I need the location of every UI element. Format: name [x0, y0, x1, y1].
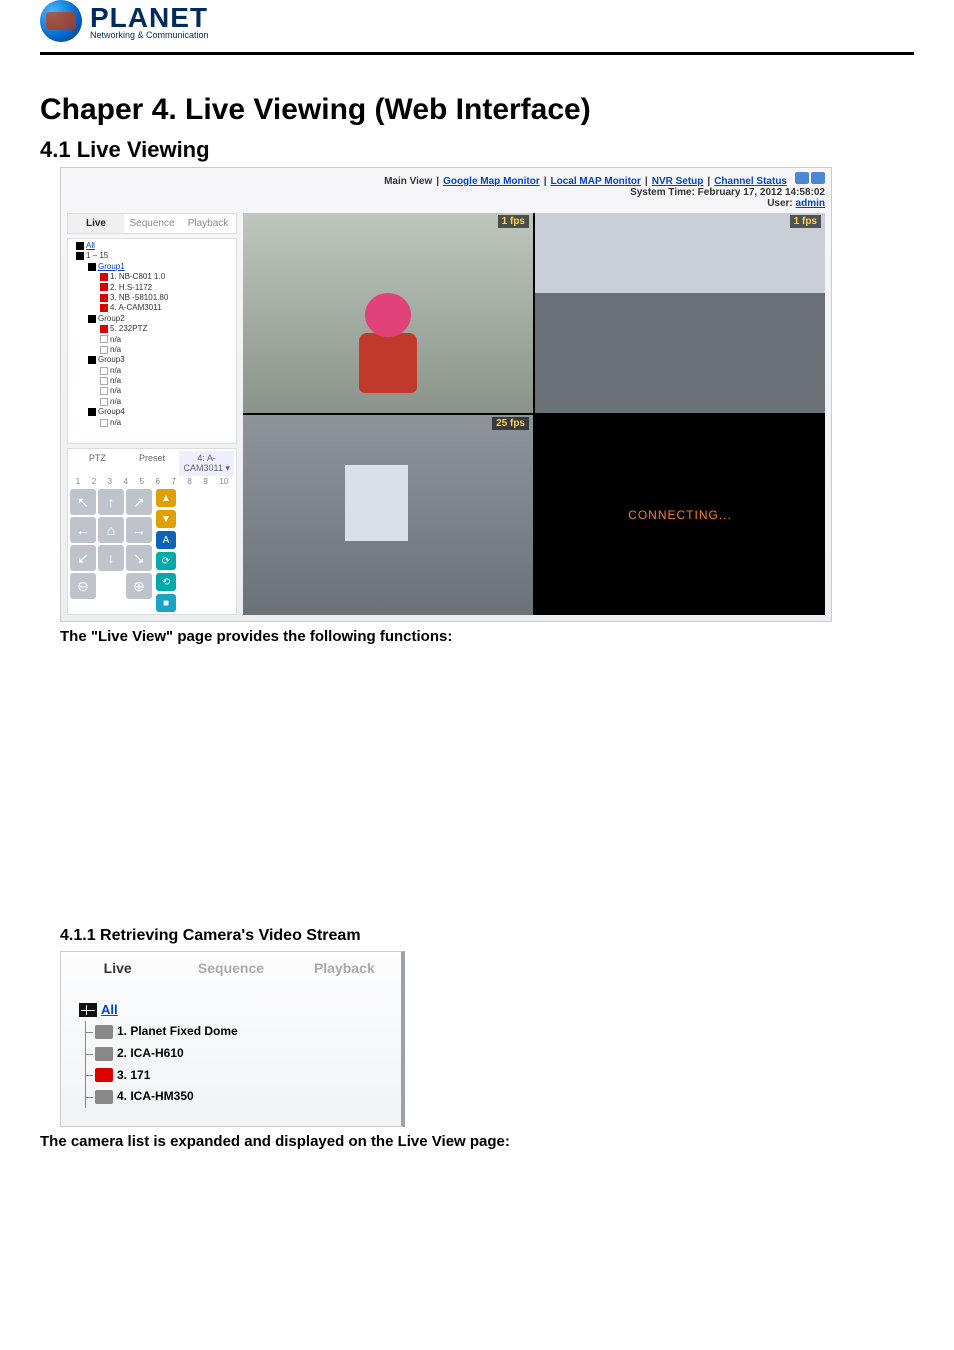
- ptz-down-icon[interactable]: ↓: [98, 545, 124, 571]
- tree-cam3[interactable]: 3. NB -58101.80: [110, 293, 168, 302]
- ptz-left-icon[interactable]: ←: [70, 517, 96, 543]
- tree-range[interactable]: 1 – 15: [86, 251, 108, 260]
- header-divider: [40, 52, 914, 55]
- nav-local-map-monitor[interactable]: Local MAP Monitor: [551, 176, 641, 187]
- video-grid: 1 fps 1 fps 25 fps CONNECTING...: [243, 213, 825, 615]
- tab-live[interactable]: Live: [68, 214, 124, 233]
- tree-root[interactable]: All: [101, 998, 118, 1021]
- section-heading-4-1: 4.1 Live Viewing: [40, 137, 914, 163]
- tree-root[interactable]: All: [86, 241, 95, 250]
- tree-cam1[interactable]: 1. NB-C801 1.0: [110, 272, 165, 281]
- camera-tree[interactable]: All 1 – 15 Group1 1. NB-C801 1.0 2. H.S-…: [67, 238, 237, 444]
- camera-list-tree[interactable]: All 1. Planet Fixed Dome 2. ICA-H610 3. …: [61, 984, 401, 1126]
- video-tile-4[interactable]: CONNECTING...: [535, 415, 825, 615]
- ptz-focus-far-icon[interactable]: ▼: [156, 510, 176, 528]
- tree-group3[interactable]: Group3: [98, 355, 125, 364]
- tab-sequence[interactable]: Sequence: [174, 952, 287, 984]
- ptz-stop-icon[interactable]: ■: [156, 594, 176, 612]
- brand-header: PLANET Networking & Communication: [0, 0, 954, 52]
- ptz-tab-preset[interactable]: Preset: [125, 451, 180, 476]
- video-tile-1[interactable]: 1 fps: [243, 213, 533, 413]
- tree-g3c[interactable]: n/a: [110, 386, 121, 395]
- section-heading-4-1-1: 4.1.1 Retrieving Camera's Video Stream: [60, 927, 914, 945]
- tree-g3d[interactable]: n/a: [110, 397, 121, 406]
- ptz-preset-numbers[interactable]: 12345678910: [70, 476, 234, 487]
- grid-icon: [79, 1003, 97, 1017]
- tree-cam2[interactable]: 2. H.S-1172: [110, 283, 152, 292]
- fps-badge: 1 fps: [498, 215, 529, 228]
- ptz-up-right-icon[interactable]: ↗: [126, 489, 152, 515]
- ptz-up-left-icon[interactable]: ↖: [70, 489, 96, 515]
- system-time: System Time: February 17, 2012 14:58:02: [630, 187, 825, 198]
- ptz-up-icon[interactable]: ↑: [98, 489, 124, 515]
- ptz-home-icon[interactable]: ⌂: [98, 517, 124, 543]
- user-label: User:: [767, 198, 793, 209]
- tab-sequence[interactable]: Sequence: [124, 214, 180, 233]
- tab-playback[interactable]: Playback: [288, 952, 401, 984]
- fps-badge: 1 fps: [790, 215, 821, 228]
- ptz-zoom-out-icon[interactable]: ⊖: [70, 573, 96, 599]
- nav-google-map-monitor[interactable]: Google Map Monitor: [443, 176, 540, 187]
- ptz-down-right-icon[interactable]: ↘: [126, 545, 152, 571]
- tree-g2a[interactable]: 5. 232PTZ: [110, 324, 147, 333]
- fps-badge: 25 fps: [492, 417, 529, 430]
- camera-item-2[interactable]: 2. ICA-H610: [117, 1043, 184, 1065]
- brand-globe-icon: [40, 0, 82, 42]
- nav-main-view[interactable]: Main View: [384, 176, 432, 187]
- left-tabs: Live Sequence Playback: [67, 213, 237, 234]
- nav-channel-status[interactable]: Channel Status: [714, 176, 787, 187]
- ptz-camera-select[interactable]: 4: A-CAM3011 ▾: [179, 451, 234, 476]
- live-view-screenshot: Main View | Google Map Monitor | Local M…: [60, 167, 832, 622]
- ptz-panel: PTZ Preset 4: A-CAM3011 ▾ 12345678910 ↖ …: [67, 448, 237, 615]
- fullscreen-icon[interactable]: [811, 172, 825, 184]
- brand-tagline: Networking & Communication: [90, 30, 209, 40]
- top-nav: Main View | Google Map Monitor | Local M…: [61, 168, 831, 187]
- tree-g4a[interactable]: n/a: [110, 418, 121, 427]
- camera-item-1[interactable]: 1. Planet Fixed Dome: [117, 1021, 238, 1043]
- video-tile-2[interactable]: 1 fps: [535, 213, 825, 413]
- tree-g3b[interactable]: n/a: [110, 376, 121, 385]
- camera-item-3[interactable]: 3. 171: [117, 1065, 150, 1087]
- tab-live[interactable]: Live: [61, 952, 174, 984]
- ptz-down-left-icon[interactable]: ↙: [70, 545, 96, 571]
- caption-after-ss2: The camera list is expanded and displaye…: [40, 1133, 914, 1150]
- caption-after-ss1: The "Live View" page provides the follow…: [60, 628, 914, 645]
- tree-group1[interactable]: Group1: [98, 262, 125, 271]
- connecting-label: CONNECTING...: [535, 415, 825, 615]
- ptz-focus-near-icon[interactable]: ▲: [156, 489, 176, 507]
- tree-cam4[interactable]: 4. A-CAM3011: [110, 303, 161, 312]
- ptz-right-icon[interactable]: →: [126, 517, 152, 543]
- tree-group2[interactable]: Group2: [98, 314, 125, 323]
- camera-item-4[interactable]: 4. ICA-HM350: [117, 1086, 194, 1108]
- tree-g2c[interactable]: n/a: [110, 345, 121, 354]
- layout-icon[interactable]: [795, 172, 809, 184]
- feature-list: [60, 651, 914, 661]
- ptz-tab-ptz[interactable]: PTZ: [70, 451, 125, 476]
- camera-icon: [95, 1025, 113, 1039]
- nav-nvr-setup[interactable]: NVR Setup: [652, 176, 704, 187]
- camera-icon: [95, 1090, 113, 1104]
- video-tile-3[interactable]: 25 fps: [243, 415, 533, 615]
- ptz-cycle-icon[interactable]: ⟲: [156, 573, 176, 591]
- ptz-refresh-icon[interactable]: ⟳: [156, 552, 176, 570]
- chapter-heading: Chaper 4. Live Viewing (Web Interface): [40, 93, 914, 127]
- ptz-zoom-in-icon[interactable]: ⊕: [126, 573, 152, 599]
- tree-group4[interactable]: Group4: [98, 407, 125, 416]
- user-link[interactable]: admin: [796, 198, 825, 209]
- camera-list-screenshot: Live Sequence Playback All 1. Planet Fix…: [60, 951, 405, 1127]
- tree-g2b[interactable]: n/a: [110, 335, 121, 344]
- camera-icon: [95, 1047, 113, 1061]
- tab-playback[interactable]: Playback: [180, 214, 236, 233]
- camera-icon: [95, 1068, 113, 1082]
- tree-g3a[interactable]: n/a: [110, 366, 121, 375]
- ss2-tabs: Live Sequence Playback: [61, 952, 401, 984]
- ptz-auto-icon[interactable]: A: [156, 531, 176, 549]
